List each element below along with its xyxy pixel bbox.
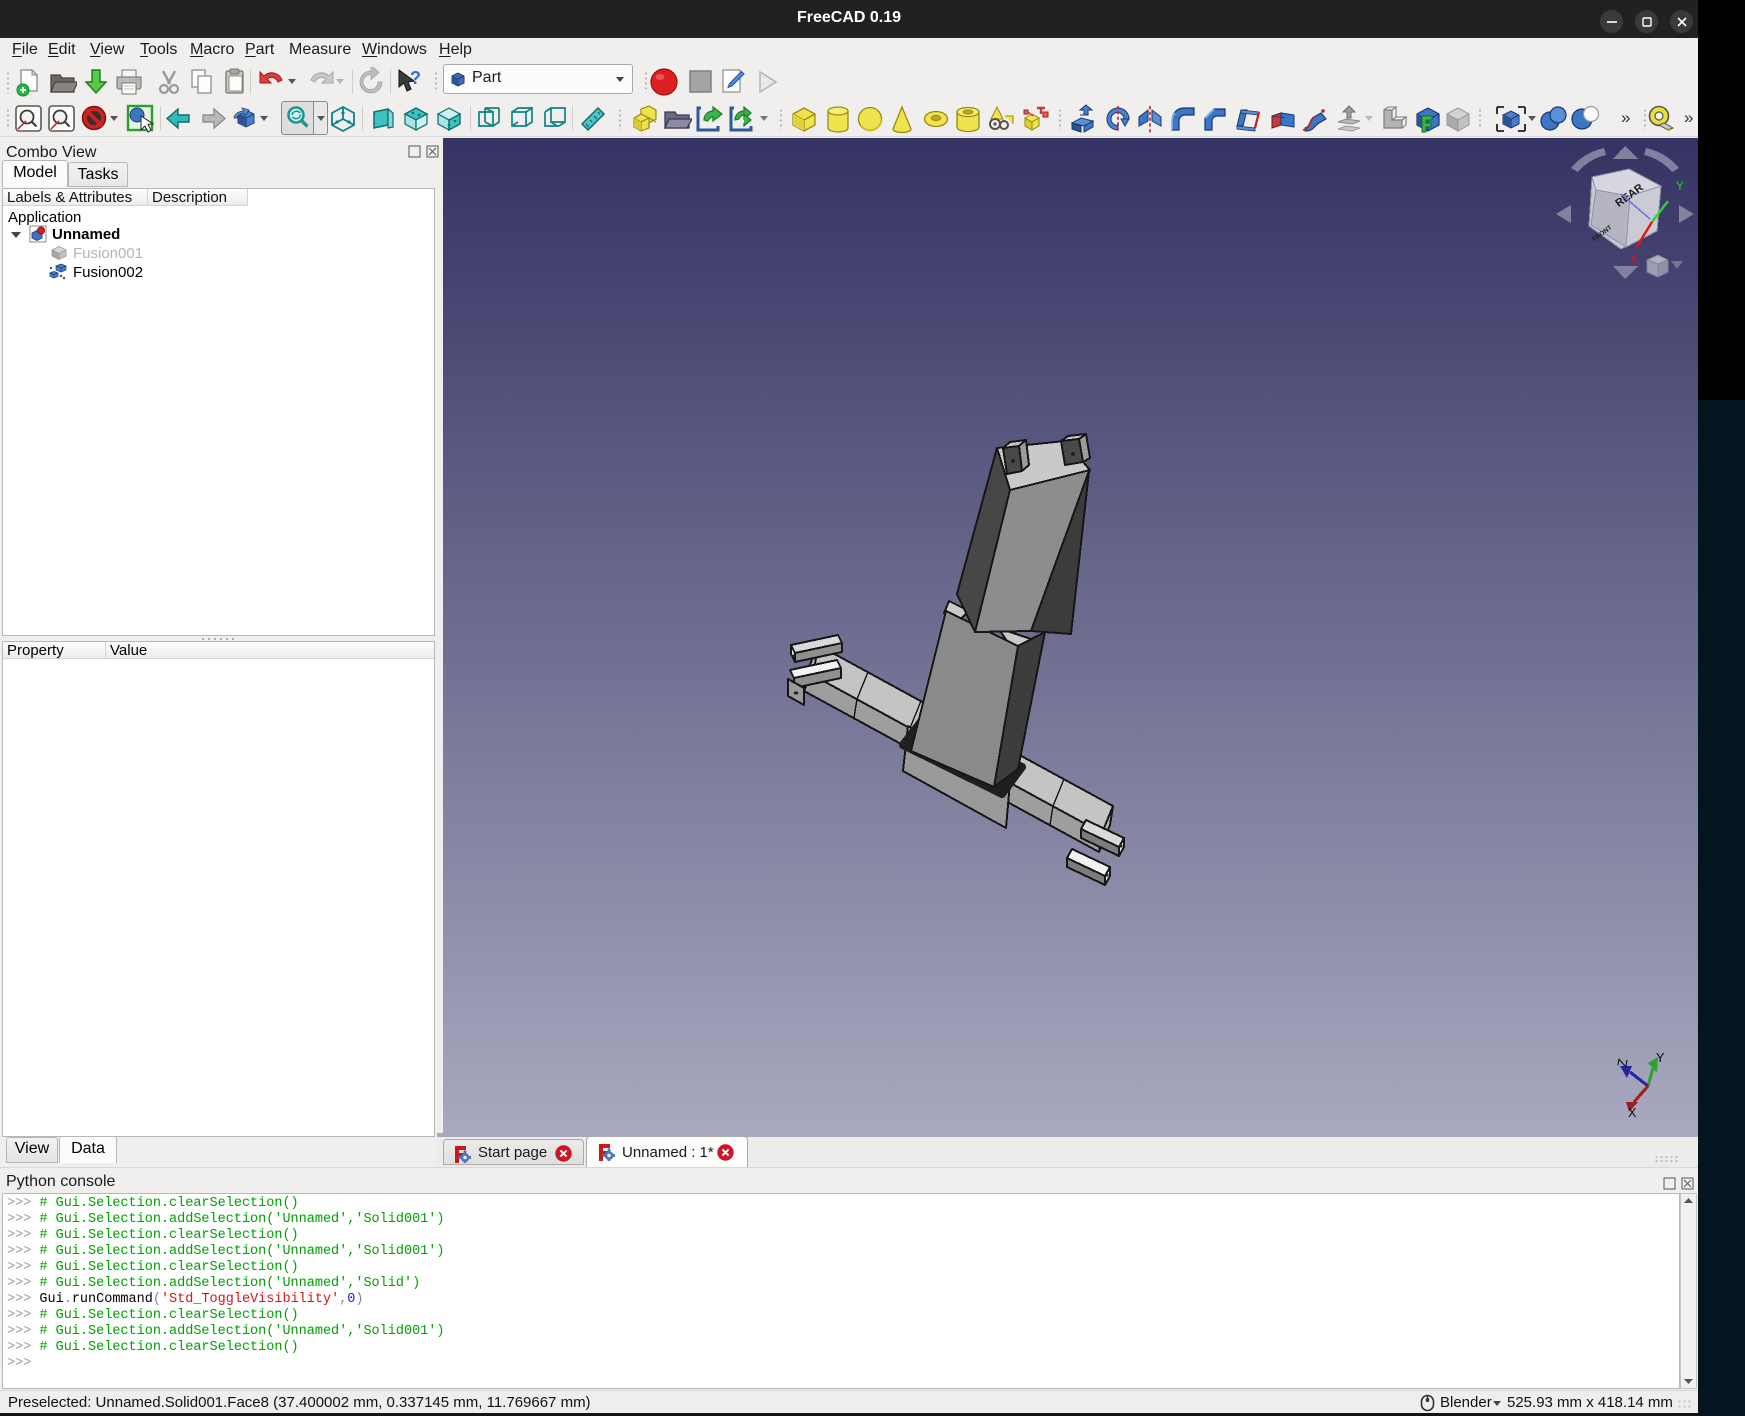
svg-text:Y: Y — [1656, 1051, 1665, 1067]
svg-text:?: ? — [410, 68, 421, 88]
svg-text:Z: Z — [1615, 1058, 1632, 1069]
svg-text:X: X — [1628, 1106, 1637, 1122]
svg-text:X: X — [1630, 252, 1638, 267]
svg-text:Y: Y — [1676, 179, 1684, 194]
